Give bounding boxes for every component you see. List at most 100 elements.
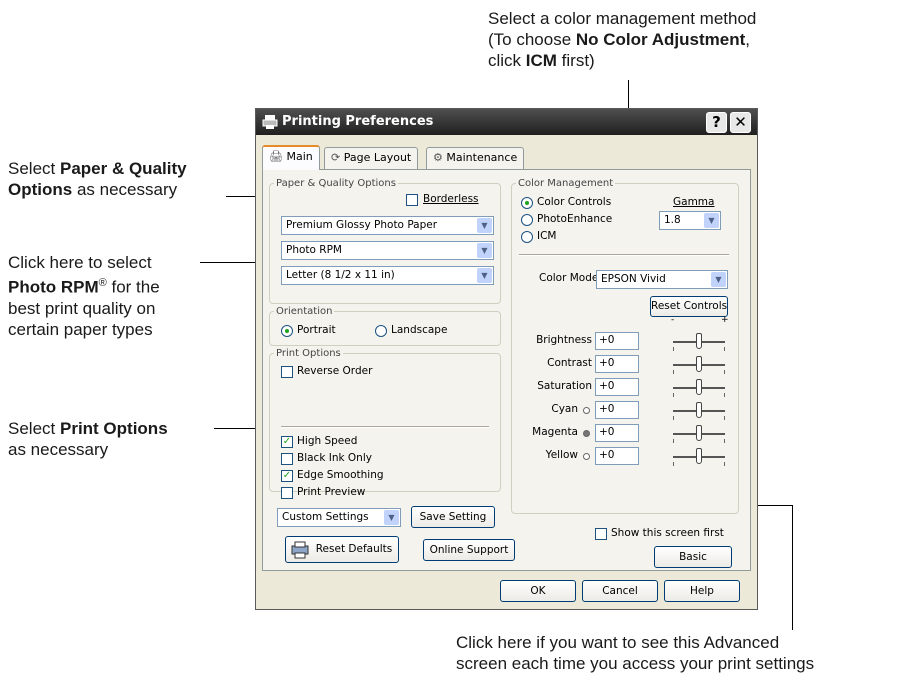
icm-radio[interactable] — [521, 231, 533, 243]
portrait-radio[interactable] — [281, 325, 293, 337]
color-mode-select[interactable]: EPSON Vivid ▼ — [596, 270, 728, 289]
slider-thumb[interactable] — [696, 402, 702, 418]
tab-page-layout[interactable]: ⟳ Page Layout — [324, 147, 419, 169]
slider-thumb[interactable] — [696, 333, 702, 349]
help-title-button[interactable]: ? — [706, 112, 727, 133]
adjustment-slider[interactable] — [673, 332, 725, 352]
callout-text-line: Photo RPM® for the — [8, 273, 160, 298]
tab-main[interactable]: 🖨 Main — [262, 145, 320, 170]
callout-text: screen each time you access your print s… — [456, 654, 815, 673]
adjustment-slider[interactable] — [673, 424, 725, 444]
show-screen-first-label: Show this screen first — [611, 527, 724, 539]
tab-label: Main — [286, 150, 313, 163]
callout-photo-rpm: Click here to select Photo RPM® for the … — [8, 252, 160, 340]
black-ink-only-label: Black Ink Only — [297, 452, 372, 464]
callout-print-options: Select Print Options as necessary — [8, 418, 168, 460]
divider — [281, 426, 489, 428]
adjustment-value-field[interactable]: +0 — [595, 332, 639, 350]
save-setting-button[interactable]: Save Setting — [411, 506, 495, 528]
callout-bold: Paper & Quality — [59, 159, 187, 178]
slider-thumb[interactable] — [696, 448, 702, 464]
adjustment-label: Contrast — [547, 357, 592, 369]
slider-thumb[interactable] — [696, 425, 702, 441]
title-bar[interactable]: Printing Preferences ? ✕ — [256, 109, 757, 135]
reverse-order-checkbox[interactable] — [281, 366, 293, 378]
divider — [519, 254, 729, 256]
close-button[interactable]: ✕ — [730, 112, 751, 133]
leader-line — [792, 505, 793, 630]
paper-type-select[interactable]: Premium Glossy Photo Paper ▼ — [281, 216, 494, 235]
callout-text-line: Options as necessary — [8, 179, 187, 200]
select-value: EPSON Vivid — [601, 273, 666, 285]
callout-text: certain paper types — [8, 319, 153, 339]
adjustment-label: Yellow — [545, 449, 578, 461]
show-screen-first-checkbox[interactable] — [595, 528, 607, 540]
custom-settings-select[interactable]: Custom Settings ▼ — [277, 508, 401, 527]
callout-text: best print quality on — [8, 298, 156, 318]
group-legend: Paper & Quality Options — [276, 178, 396, 189]
callout-bold: Print Options — [59, 419, 168, 438]
high-speed-checkbox[interactable]: ✓ — [281, 436, 293, 448]
help-button[interactable]: Help — [664, 580, 740, 602]
adjustment-value-field[interactable]: +0 — [595, 424, 639, 442]
printer-icon — [262, 115, 278, 129]
slider-tick — [724, 439, 725, 443]
adjustment-slider[interactable] — [673, 447, 725, 467]
ok-button[interactable]: OK — [500, 580, 576, 602]
adjustment-value-field[interactable]: +0 — [595, 401, 639, 419]
gamma-select[interactable]: 1.8 ▼ — [659, 211, 721, 230]
photoenhance-radio[interactable] — [521, 214, 533, 226]
slider-tick — [724, 370, 725, 374]
callout-text: as necessary — [72, 180, 178, 199]
slider-tick — [724, 416, 725, 420]
chevron-down-icon: ▼ — [704, 213, 719, 228]
black-ink-only-checkbox[interactable] — [281, 453, 293, 465]
callout-text: Click here if you want to see this Advan… — [456, 633, 780, 652]
color-controls-radio[interactable] — [521, 197, 533, 209]
callout-show-screen: Click here if you want to see this Advan… — [456, 632, 814, 674]
window-title: Printing Preferences — [282, 114, 434, 129]
callout-text-line: click ICM first) — [488, 50, 756, 71]
online-support-button[interactable]: Online Support — [423, 539, 515, 561]
adjustment-label: Brightness — [536, 334, 592, 346]
group-legend: Print Options — [276, 348, 341, 359]
reset-defaults-button[interactable]: Reset Defaults — [285, 536, 399, 563]
print-quality-select[interactable]: Photo RPM ▼ — [281, 241, 494, 260]
print-preview-checkbox[interactable] — [281, 487, 293, 499]
callout-text: Select — [8, 159, 60, 178]
button-label: Reset Defaults — [315, 543, 393, 555]
adjustment-slider[interactable] — [673, 378, 725, 398]
tab-maintenance[interactable]: ⚙ Maintenance — [426, 147, 525, 169]
landscape-label: Landscape — [391, 324, 448, 336]
slider-tick — [673, 416, 674, 420]
callout-text: as necessary — [8, 440, 109, 459]
adjustment-slider[interactable] — [673, 355, 725, 375]
borderless-checkbox[interactable] — [406, 194, 418, 206]
slider-thumb[interactable] — [696, 356, 702, 372]
callout-paper-quality: Select Paper & Quality Options as necess… — [8, 158, 187, 200]
paper-size-select[interactable]: Letter (8 1/2 x 11 in) ▼ — [281, 266, 494, 285]
print-preview-label: Print Preview — [297, 486, 366, 498]
reset-controls-button[interactable]: Reset Controls — [650, 296, 728, 317]
adjustment-value-field[interactable]: +0 — [595, 447, 639, 465]
callout-color-method: Select a color management method (To cho… — [488, 8, 756, 71]
adjustment-value-field[interactable]: +0 — [595, 378, 639, 396]
cancel-button[interactable]: Cancel — [582, 580, 658, 602]
printing-preferences-window: Printing Preferences ? ✕ 🖨 Main ⟳ Page L… — [255, 108, 758, 610]
adjustment-value-field[interactable]: +0 — [595, 355, 639, 373]
adjustment-slider[interactable] — [673, 401, 725, 421]
landscape-radio[interactable] — [375, 325, 387, 337]
slider-thumb[interactable] — [696, 379, 702, 395]
filled-dot-icon — [583, 430, 590, 437]
callout-text: for the — [106, 277, 160, 297]
basic-button[interactable]: Basic — [654, 546, 732, 568]
callout-text: Select a color management method — [488, 9, 757, 28]
select-value: Premium Glossy Photo Paper — [286, 219, 438, 231]
slider-tick — [673, 347, 674, 351]
edge-smoothing-checkbox[interactable]: ✓ — [281, 470, 293, 482]
gamma-label: Gamma — [673, 196, 715, 208]
callout-text: first) — [556, 51, 595, 70]
adjustment-label: Cyan — [551, 403, 578, 415]
slider-tick — [673, 462, 674, 466]
page-layout-icon: ⟳ — [331, 151, 341, 164]
